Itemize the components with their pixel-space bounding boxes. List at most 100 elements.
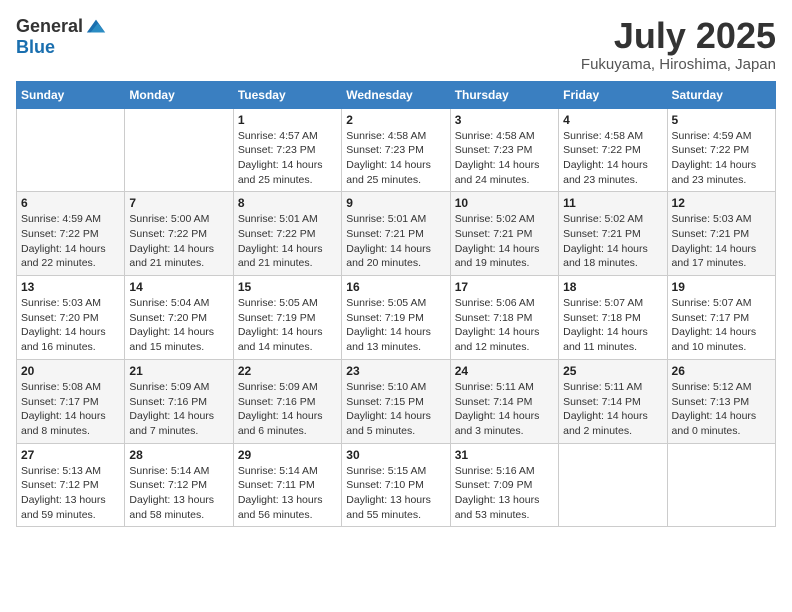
week-row-5: 27 Sunrise: 5:13 AMSunset: 7:12 PMDayligh… — [17, 443, 776, 527]
calendar-cell: 12 Sunrise: 5:03 AMSunset: 7:21 PMDayligh… — [667, 192, 775, 276]
day-info: Sunrise: 5:05 AMSunset: 7:19 PMDaylight:… — [238, 296, 337, 355]
location: Fukuyama, Hiroshima, Japan — [581, 56, 776, 73]
calendar-cell — [17, 108, 125, 192]
day-info: Sunrise: 5:09 AMSunset: 7:16 PMDaylight:… — [238, 380, 337, 439]
calendar-cell: 11Sunrise: 5:02 AMSunset: 7:21 PMDayligh… — [559, 192, 667, 276]
day-number: 1 — [238, 113, 337, 127]
calendar-cell: 17 Sunrise: 5:06 AMSunset: 7:18 PMDayligh… — [450, 276, 558, 360]
day-number: 19 — [672, 280, 771, 294]
calendar-cell: 9Sunrise: 5:01 AMSunset: 7:21 PMDaylight… — [342, 192, 450, 276]
calendar-table: SundayMondayTuesdayWednesdayThursdayFrid… — [16, 81, 776, 528]
calendar-cell: 18 Sunrise: 5:07 AMSunset: 7:18 PMDayligh… — [559, 276, 667, 360]
day-number: 31 — [455, 448, 554, 462]
calendar-cell: 13 Sunrise: 5:03 AMSunset: 7:20 PMDayligh… — [17, 276, 125, 360]
day-info: Sunrise: 5:14 AMSunset: 7:11 PMDaylight:… — [238, 464, 337, 523]
calendar-cell: 29 Sunrise: 5:14 AMSunset: 7:11 PMDayligh… — [233, 443, 341, 527]
day-number: 8 — [238, 196, 337, 210]
day-header-monday: Monday — [125, 81, 233, 108]
day-info: Sunrise: 4:57 AMSunset: 7:23 PMDaylight:… — [238, 129, 337, 188]
calendar-cell: 22Sunrise: 5:09 AMSunset: 7:16 PMDayligh… — [233, 359, 341, 443]
day-number: 26 — [672, 364, 771, 378]
week-row-2: 6Sunrise: 4:59 AMSunset: 7:22 PMDaylight… — [17, 192, 776, 276]
day-info: Sunrise: 5:11 AMSunset: 7:14 PMDaylight:… — [455, 380, 554, 439]
day-number: 29 — [238, 448, 337, 462]
day-info: Sunrise: 5:12 AMSunset: 7:13 PMDaylight:… — [672, 380, 771, 439]
day-number: 12 — [672, 196, 771, 210]
calendar-cell: 31 Sunrise: 5:16 AMSunset: 7:09 PMDayligh… — [450, 443, 558, 527]
calendar-cell: 3 Sunrise: 4:58 AMSunset: 7:23 PMDaylight… — [450, 108, 558, 192]
calendar-cell: 6Sunrise: 4:59 AMSunset: 7:22 PMDaylight… — [17, 192, 125, 276]
day-number: 21 — [129, 364, 228, 378]
week-row-3: 13 Sunrise: 5:03 AMSunset: 7:20 PMDayligh… — [17, 276, 776, 360]
day-info: Sunrise: 5:09 AMSunset: 7:16 PMDaylight:… — [129, 380, 228, 439]
calendar-cell: 24 Sunrise: 5:11 AMSunset: 7:14 PMDayligh… — [450, 359, 558, 443]
calendar-cell: 25Sunrise: 5:11 AMSunset: 7:14 PMDayligh… — [559, 359, 667, 443]
calendar-cell: 8 Sunrise: 5:01 AMSunset: 7:22 PMDaylight… — [233, 192, 341, 276]
logo-blue: Blue — [16, 38, 107, 58]
day-info: Sunrise: 5:06 AMSunset: 7:18 PMDaylight:… — [455, 296, 554, 355]
day-number: 28 — [129, 448, 228, 462]
day-header-sunday: Sunday — [17, 81, 125, 108]
calendar-cell: 16 Sunrise: 5:05 AMSunset: 7:19 PMDayligh… — [342, 276, 450, 360]
day-info: Sunrise: 5:08 AMSunset: 7:17 PMDaylight:… — [21, 380, 120, 439]
day-info: Sunrise: 5:01 AMSunset: 7:22 PMDaylight:… — [238, 212, 337, 271]
calendar-cell: 21 Sunrise: 5:09 AMSunset: 7:16 PMDayligh… — [125, 359, 233, 443]
day-info: Sunrise: 5:07 AMSunset: 7:18 PMDaylight:… — [563, 296, 662, 355]
day-number: 17 — [455, 280, 554, 294]
calendar-cell: 23Sunrise: 5:10 AMSunset: 7:15 PMDayligh… — [342, 359, 450, 443]
day-number: 15 — [238, 280, 337, 294]
day-number: 11 — [563, 196, 662, 210]
day-header-tuesday: Tuesday — [233, 81, 341, 108]
day-number: 18 — [563, 280, 662, 294]
week-row-1: 1 Sunrise: 4:57 AMSunset: 7:23 PMDaylight… — [17, 108, 776, 192]
calendar-cell — [667, 443, 775, 527]
day-info: Sunrise: 5:13 AMSunset: 7:12 PMDaylight:… — [21, 464, 120, 523]
day-number: 7 — [129, 196, 228, 210]
calendar-cell: 5 Sunrise: 4:59 AMSunset: 7:22 PMDaylight… — [667, 108, 775, 192]
calendar-cell — [559, 443, 667, 527]
day-info: Sunrise: 5:14 AMSunset: 7:12 PMDaylight:… — [129, 464, 228, 523]
day-info: Sunrise: 5:03 AMSunset: 7:21 PMDaylight:… — [672, 212, 771, 271]
day-number: 14 — [129, 280, 228, 294]
month-year: July 2025 — [581, 16, 776, 56]
calendar-cell: 7 Sunrise: 5:00 AMSunset: 7:22 PMDaylight… — [125, 192, 233, 276]
day-number: 30 — [346, 448, 445, 462]
day-header-thursday: Thursday — [450, 81, 558, 108]
day-info: Sunrise: 5:05 AMSunset: 7:19 PMDaylight:… — [346, 296, 445, 355]
calendar-cell: 28 Sunrise: 5:14 AMSunset: 7:12 PMDayligh… — [125, 443, 233, 527]
calendar-cell: 30 Sunrise: 5:15 AMSunset: 7:10 PMDayligh… — [342, 443, 450, 527]
day-info: Sunrise: 5:07 AMSunset: 7:17 PMDaylight:… — [672, 296, 771, 355]
day-info: Sunrise: 4:58 AMSunset: 7:22 PMDaylight:… — [563, 129, 662, 188]
week-row-4: 20 Sunrise: 5:08 AMSunset: 7:17 PMDayligh… — [17, 359, 776, 443]
day-info: Sunrise: 5:16 AMSunset: 7:09 PMDaylight:… — [455, 464, 554, 523]
logo-icon — [85, 16, 107, 38]
day-number: 24 — [455, 364, 554, 378]
day-info: Sunrise: 4:58 AMSunset: 7:23 PMDaylight:… — [455, 129, 554, 188]
day-info: Sunrise: 5:03 AMSunset: 7:20 PMDaylight:… — [21, 296, 120, 355]
day-info: Sunrise: 5:04 AMSunset: 7:20 PMDaylight:… — [129, 296, 228, 355]
day-number: 13 — [21, 280, 120, 294]
day-info: Sunrise: 4:59 AMSunset: 7:22 PMDaylight:… — [21, 212, 120, 271]
calendar-cell: 26 Sunrise: 5:12 AMSunset: 7:13 PMDayligh… — [667, 359, 775, 443]
day-header-wednesday: Wednesday — [342, 81, 450, 108]
day-info: Sunrise: 5:00 AMSunset: 7:22 PMDaylight:… — [129, 212, 228, 271]
day-number: 5 — [672, 113, 771, 127]
page-header: General Blue July 2025 Fukuyama, Hiroshi… — [16, 16, 776, 73]
calendar-cell: 19 Sunrise: 5:07 AMSunset: 7:17 PMDayligh… — [667, 276, 775, 360]
calendar-cell: 27 Sunrise: 5:13 AMSunset: 7:12 PMDayligh… — [17, 443, 125, 527]
day-number: 27 — [21, 448, 120, 462]
day-number: 3 — [455, 113, 554, 127]
day-info: Sunrise: 4:59 AMSunset: 7:22 PMDaylight:… — [672, 129, 771, 188]
calendar-cell: 14 Sunrise: 5:04 AMSunset: 7:20 PMDayligh… — [125, 276, 233, 360]
day-info: Sunrise: 5:02 AMSunset: 7:21 PMDaylight:… — [455, 212, 554, 271]
logo-text: General Blue — [16, 16, 107, 58]
day-info: Sunrise: 5:15 AMSunset: 7:10 PMDaylight:… — [346, 464, 445, 523]
day-header-friday: Friday — [559, 81, 667, 108]
day-info: Sunrise: 5:01 AMSunset: 7:21 PMDaylight:… — [346, 212, 445, 271]
day-number: 16 — [346, 280, 445, 294]
day-number: 4 — [563, 113, 662, 127]
day-number: 23 — [346, 364, 445, 378]
title-section: July 2025 Fukuyama, Hiroshima, Japan — [581, 16, 776, 73]
calendar-cell: 2Sunrise: 4:58 AMSunset: 7:23 PMDaylight… — [342, 108, 450, 192]
day-number: 20 — [21, 364, 120, 378]
